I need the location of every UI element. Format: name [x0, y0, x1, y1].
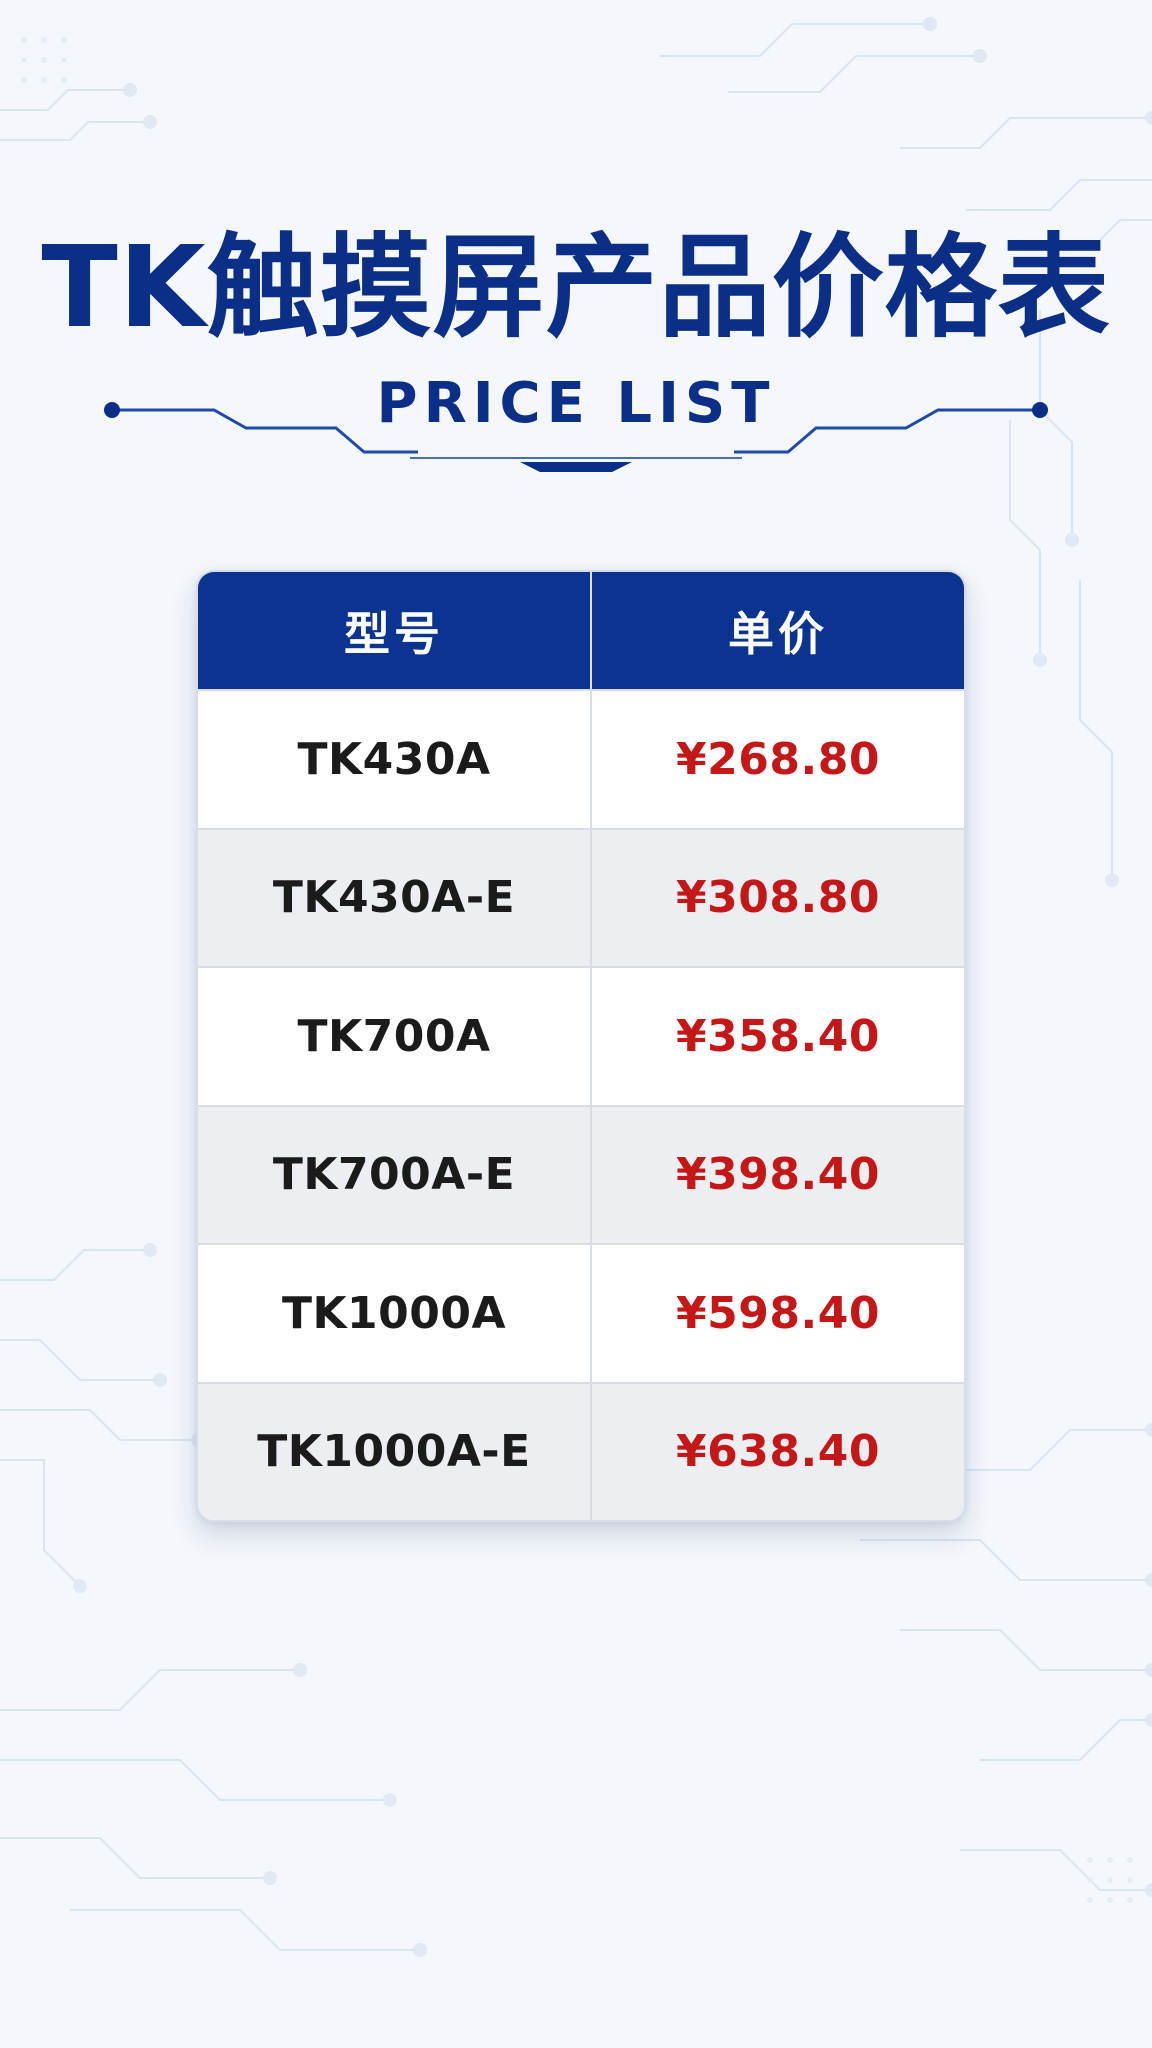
- table-row: TK430A ¥268.80: [198, 689, 964, 828]
- model-cell: TK700A: [297, 1010, 491, 1062]
- model-cell: TK700A-E: [272, 1149, 516, 1201]
- table-row: TK700A-E ¥398.40: [198, 1104, 964, 1243]
- price-cell: ¥268.80: [590, 691, 964, 828]
- table-row: TK1000A-E ¥638.40: [198, 1381, 964, 1520]
- page-title: TK触摸屏产品价格表: [41, 223, 1111, 353]
- price-cell: ¥638.40: [590, 1383, 964, 1520]
- model-cell: TK1000A-E: [257, 1426, 531, 1478]
- model-cell: TK1000A: [281, 1287, 507, 1339]
- header-model: 型号: [344, 606, 444, 661]
- table-header: 型号 单价: [198, 572, 964, 689]
- table-row: TK1000A ¥598.40: [198, 1243, 964, 1382]
- page-subtitle: PRICE LIST: [376, 371, 776, 436]
- price-cell: ¥358.40: [590, 968, 964, 1105]
- table-body: TK430A ¥268.80 TK430A-E ¥308.80 TK700A ¥…: [198, 689, 964, 1520]
- table-row: TK700A ¥358.40: [198, 966, 964, 1105]
- price-cell: ¥598.40: [590, 1245, 964, 1382]
- header-price: 单价: [590, 572, 964, 689]
- model-cell: TK430A-E: [272, 872, 516, 924]
- price-cell: ¥398.40: [590, 1106, 964, 1243]
- price-cell: ¥308.80: [590, 829, 964, 966]
- table-row: TK430A-E ¥308.80: [198, 827, 964, 966]
- price-table: 型号 单价 TK430A ¥268.80 TK430A-E ¥308.80 TK…: [196, 570, 966, 1522]
- model-cell: TK430A: [297, 733, 491, 785]
